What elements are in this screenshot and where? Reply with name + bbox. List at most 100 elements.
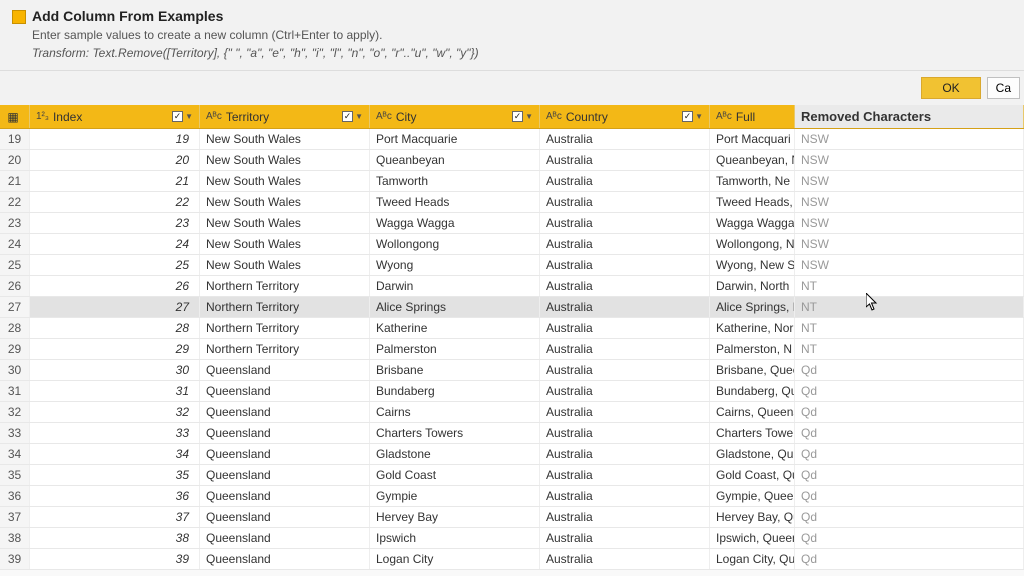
- row-number-cell: 27: [0, 297, 30, 317]
- column-header-full[interactable]: Aᴮc Full: [710, 105, 795, 128]
- table-row[interactable]: 3737QueenslandHervey BayAustraliaHervey …: [0, 507, 1024, 528]
- full-cell: Hervey Bay, Qu: [710, 507, 795, 527]
- city-cell: Hervey Bay: [370, 507, 540, 527]
- territory-cell: Northern Territory: [200, 318, 370, 338]
- removed-cell[interactable]: Qd: [795, 444, 1024, 464]
- row-number-cell: 37: [0, 507, 30, 527]
- city-cell: Wagga Wagga: [370, 213, 540, 233]
- removed-cell[interactable]: Qd: [795, 507, 1024, 527]
- index-cell: 24: [30, 234, 200, 254]
- full-cell: Wagga Wagga,: [710, 213, 795, 233]
- full-cell: Bundaberg, Qu: [710, 381, 795, 401]
- full-cell: Gladstone, Qu: [710, 444, 795, 464]
- removed-cell[interactable]: Qd: [795, 360, 1024, 380]
- index-cell: 27: [30, 297, 200, 317]
- table-row[interactable]: 2929Northern TerritoryPalmerstonAustrali…: [0, 339, 1024, 360]
- column-checkbox-icon[interactable]: [512, 111, 523, 122]
- country-cell: Australia: [540, 339, 710, 359]
- row-number-cell: 32: [0, 402, 30, 422]
- removed-cell[interactable]: Qd: [795, 402, 1024, 422]
- country-cell: Australia: [540, 171, 710, 191]
- dialog-subtitle: Enter sample values to create a new colu…: [32, 28, 479, 42]
- removed-cell[interactable]: Qd: [795, 528, 1024, 548]
- table-row[interactable]: 3434QueenslandGladstoneAustraliaGladston…: [0, 444, 1024, 465]
- table-row[interactable]: 2727Northern TerritoryAlice SpringsAustr…: [0, 297, 1024, 318]
- full-cell: Gympie, Quee: [710, 486, 795, 506]
- text-type-icon: Aᴮc: [376, 111, 392, 122]
- city-cell: Charters Towers: [370, 423, 540, 443]
- territory-cell: Queensland: [200, 486, 370, 506]
- removed-cell[interactable]: NSW: [795, 150, 1024, 170]
- table-row[interactable]: 2626Northern TerritoryDarwinAustraliaDar…: [0, 276, 1024, 297]
- territory-cell: Queensland: [200, 465, 370, 485]
- table-row[interactable]: 1919New South WalesPort MacquarieAustral…: [0, 129, 1024, 150]
- removed-cell[interactable]: Qd: [795, 381, 1024, 401]
- removed-cell[interactable]: NT: [795, 297, 1024, 317]
- row-number-cell: 33: [0, 423, 30, 443]
- table-row[interactable]: 3232QueenslandCairnsAustraliaCairns, Que…: [0, 402, 1024, 423]
- row-number-cell: 26: [0, 276, 30, 296]
- dropdown-icon[interactable]: ▼: [185, 112, 193, 121]
- removed-cell[interactable]: Qd: [795, 549, 1024, 569]
- removed-cell[interactable]: NSW: [795, 255, 1024, 275]
- removed-cell[interactable]: NT: [795, 339, 1024, 359]
- territory-cell: New South Wales: [200, 234, 370, 254]
- full-cell: Katherine, Nor: [710, 318, 795, 338]
- dropdown-icon[interactable]: ▼: [355, 112, 363, 121]
- table-row[interactable]: 2222New South WalesTweed HeadsAustraliaT…: [0, 192, 1024, 213]
- row-number-cell: 29: [0, 339, 30, 359]
- index-cell: 29: [30, 339, 200, 359]
- full-cell: Logan City, Qu: [710, 549, 795, 569]
- dialog-icon: [12, 10, 26, 24]
- column-checkbox-icon[interactable]: [342, 111, 353, 122]
- removed-cell[interactable]: NT: [795, 276, 1024, 296]
- table-row[interactable]: 3838QueenslandIpswichAustraliaIpswich, Q…: [0, 528, 1024, 549]
- dialog-buttons: OK Ca: [0, 71, 1024, 105]
- index-cell: 33: [30, 423, 200, 443]
- removed-cell[interactable]: NSW: [795, 213, 1024, 233]
- territory-cell: Queensland: [200, 444, 370, 464]
- table-row[interactable]: 2121New South WalesTamworthAustraliaTamw…: [0, 171, 1024, 192]
- table-row[interactable]: 2020New South WalesQueanbeyanAustraliaQu…: [0, 150, 1024, 171]
- city-cell: Tweed Heads: [370, 192, 540, 212]
- removed-cell[interactable]: NSW: [795, 234, 1024, 254]
- column-header-removed[interactable]: Removed Characters: [795, 105, 1024, 128]
- column-header-territory[interactable]: Aᴮc Territory ▼: [200, 105, 370, 128]
- table-row[interactable]: 2323New South WalesWagga WaggaAustraliaW…: [0, 213, 1024, 234]
- table-row[interactable]: 3636QueenslandGympieAustraliaGympie, Que…: [0, 486, 1024, 507]
- removed-cell[interactable]: NSW: [795, 171, 1024, 191]
- removed-cell[interactable]: Qd: [795, 423, 1024, 443]
- table-row[interactable]: 3535QueenslandGold CoastAustraliaGold Co…: [0, 465, 1024, 486]
- table-row[interactable]: 3131QueenslandBundabergAustraliaBundaber…: [0, 381, 1024, 402]
- index-cell: 30: [30, 360, 200, 380]
- city-cell: Logan City: [370, 549, 540, 569]
- country-cell: Australia: [540, 528, 710, 548]
- row-index-header[interactable]: ▦: [0, 105, 30, 128]
- column-header-country[interactable]: Aᴮc Country ▼: [540, 105, 710, 128]
- ok-button[interactable]: OK: [921, 77, 980, 99]
- row-number-cell: 22: [0, 192, 30, 212]
- country-cell: Australia: [540, 507, 710, 527]
- dropdown-icon[interactable]: ▼: [695, 112, 703, 121]
- column-checkbox-icon[interactable]: [172, 111, 183, 122]
- dropdown-icon[interactable]: ▼: [525, 112, 533, 121]
- column-checkbox-icon[interactable]: [682, 111, 693, 122]
- cancel-button[interactable]: Ca: [987, 77, 1020, 99]
- column-header-index[interactable]: 1²₃ Index ▼: [30, 105, 200, 128]
- removed-cell[interactable]: Qd: [795, 465, 1024, 485]
- table-row[interactable]: 3030QueenslandBrisbaneAustraliaBrisbane,…: [0, 360, 1024, 381]
- removed-cell[interactable]: NSW: [795, 192, 1024, 212]
- table-row[interactable]: 3333QueenslandCharters TowersAustraliaCh…: [0, 423, 1024, 444]
- index-cell: 22: [30, 192, 200, 212]
- removed-cell[interactable]: NT: [795, 318, 1024, 338]
- table-row[interactable]: 2525New South WalesWyongAustraliaWyong, …: [0, 255, 1024, 276]
- table-row[interactable]: 2828Northern TerritoryKatherineAustralia…: [0, 318, 1024, 339]
- row-number-cell: 39: [0, 549, 30, 569]
- table-row[interactable]: 3939QueenslandLogan CityAustraliaLogan C…: [0, 549, 1024, 570]
- removed-cell[interactable]: NSW: [795, 129, 1024, 149]
- full-cell: Wyong, New S: [710, 255, 795, 275]
- removed-cell[interactable]: Qd: [795, 486, 1024, 506]
- column-header-city[interactable]: Aᴮc City ▼: [370, 105, 540, 128]
- row-number-cell: 21: [0, 171, 30, 191]
- table-row[interactable]: 2424New South WalesWollongongAustraliaWo…: [0, 234, 1024, 255]
